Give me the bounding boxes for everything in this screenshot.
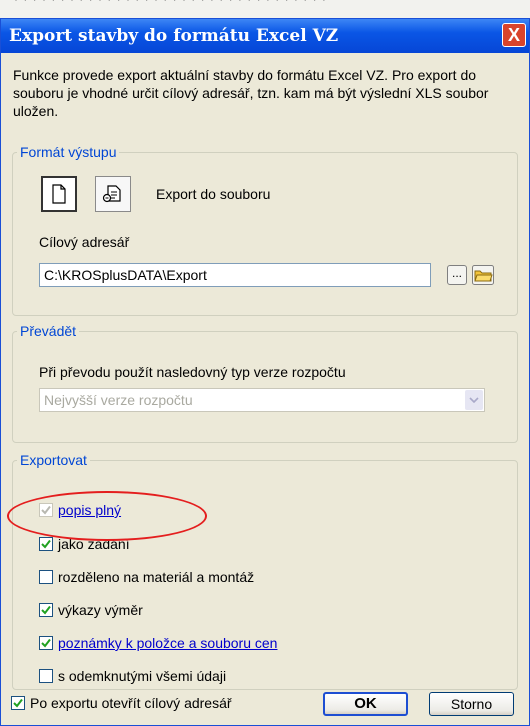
- close-icon: X: [507, 25, 520, 45]
- open-folder-button[interactable]: [472, 264, 494, 286]
- dialog-title: Export stavby do formátu Excel VZ: [9, 26, 339, 46]
- target-dir-field[interactable]: C:\KROSplusDATA\Export: [39, 263, 431, 287]
- export-to-email-toggle[interactable]: [95, 176, 131, 212]
- export-mode-label: Export do souboru: [156, 186, 271, 202]
- mail-document-icon: [102, 185, 121, 203]
- version-type-label: Při převodu použít nasledovný typ verze …: [39, 364, 346, 380]
- cancel-button[interactable]: Storno: [429, 692, 514, 716]
- target-dir-label: Cílový adresář: [39, 234, 130, 250]
- checkmark-icon: [41, 605, 51, 615]
- option-rozdeleno-material-montaz-label: rozděleno na materiál a montáž: [58, 569, 255, 585]
- version-type-value: Nejvyšší verze rozpočtu: [44, 392, 193, 408]
- checkmark-icon: [41, 539, 51, 549]
- converter-group: Převádět: [12, 323, 518, 443]
- close-button[interactable]: X: [502, 23, 526, 47]
- document-icon: [52, 184, 66, 204]
- folder-icon: [472, 265, 494, 285]
- version-type-select[interactable]: Nejvyšší verze rozpočtu: [39, 388, 485, 412]
- option-odemknute-udaje-checkbox[interactable]: [39, 669, 53, 683]
- browse-button[interactable]: ...: [447, 265, 467, 285]
- ok-button[interactable]: OK: [323, 692, 408, 716]
- export-to-file-toggle[interactable]: [41, 176, 77, 212]
- converter-legend: Převádět: [20, 323, 77, 339]
- option-rozdeleno-material-montaz-checkbox[interactable]: [39, 570, 53, 584]
- option-odemknute-udaje-label: s odemknutými všemi údaji: [58, 668, 227, 684]
- open-dir-checkbox[interactable]: [11, 696, 25, 710]
- open-dir-label: Po exportu otevřít cílový adresář: [30, 695, 232, 711]
- annotation-ellipse: [7, 491, 207, 541]
- output-format-group: Formát výstupu: [12, 144, 518, 316]
- option-vykazy-vymer-label: výkazy výměr: [58, 602, 143, 618]
- output-format-legend: Formát výstupu: [20, 144, 117, 160]
- option-poznamky-polozka-label[interactable]: poznámky k položce a souboru cen: [58, 635, 277, 651]
- option-poznamky-polozka-checkbox[interactable]: [39, 636, 53, 650]
- checkmark-icon: [41, 638, 51, 648]
- option-jako-zadani-checkbox[interactable]: [39, 537, 53, 551]
- chevron-down-icon: [465, 390, 483, 410]
- option-vykazy-vymer-checkbox[interactable]: [39, 603, 53, 617]
- export-dialog: Export stavby do formátu Excel VZ X Funk…: [0, 18, 530, 726]
- checkmark-icon: [13, 698, 23, 708]
- dialog-description: Funkce provede export aktuální stavby do…: [13, 67, 489, 119]
- background-window-strip: · · · · · · · · · · · · · · · · · · · · …: [0, 0, 530, 18]
- title-bar[interactable]: Export stavby do formátu Excel VZ X: [1, 19, 529, 53]
- export-options-legend: Exportovat: [20, 452, 87, 468]
